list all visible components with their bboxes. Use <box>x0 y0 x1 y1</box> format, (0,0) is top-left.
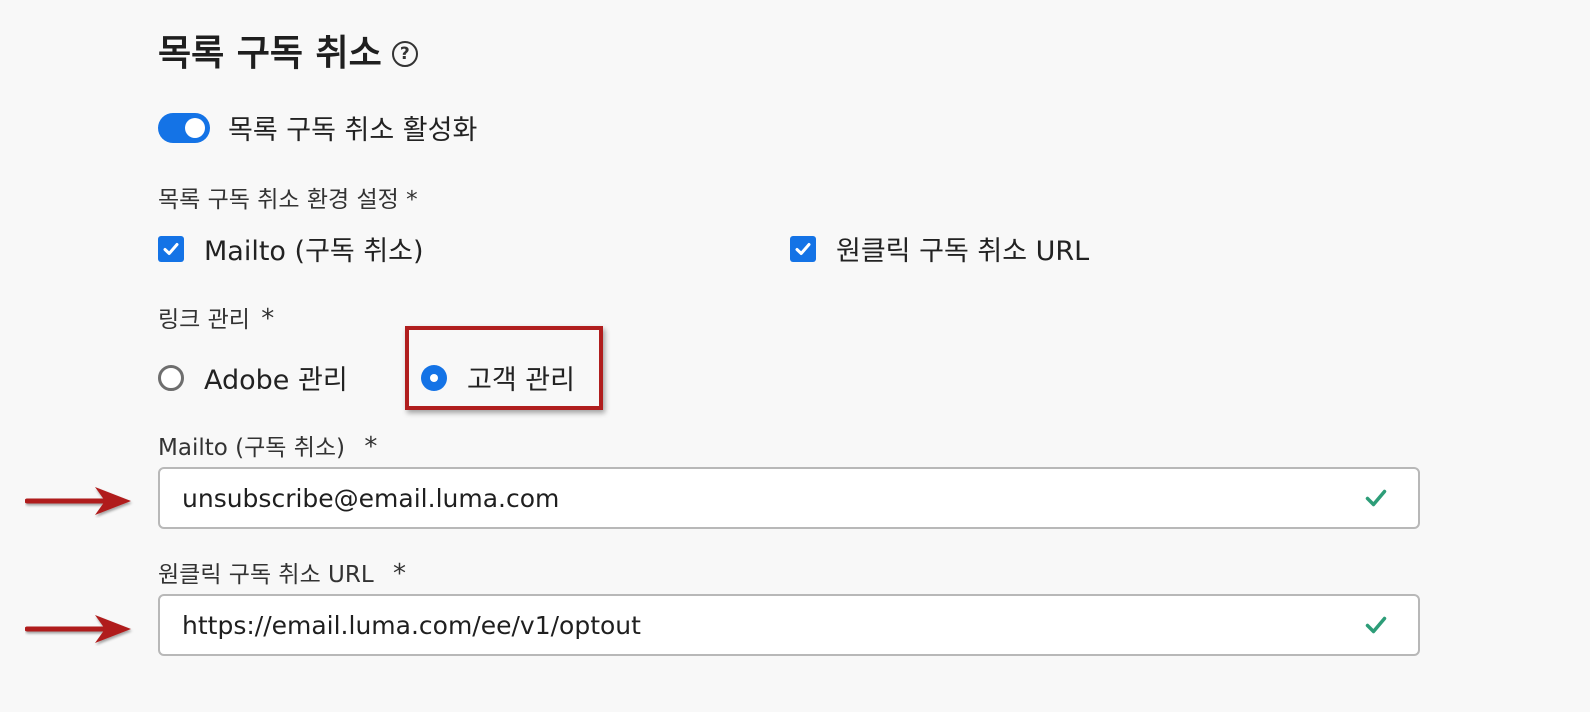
url-input-value[interactable]: https://email.luma.com/ee/v1/optout <box>182 611 1356 640</box>
mailto-input-value[interactable]: unsubscribe@email.luma.com <box>182 484 1356 513</box>
one-click-url-checkbox-label: 원클릭 구독 취소 URL <box>836 236 1090 267</box>
toggle-knob <box>185 117 205 138</box>
mailto-checkbox[interactable] <box>158 235 184 262</box>
mailto-checkbox-label: Mailto (구독 취소) <box>204 236 424 267</box>
required-asterisk: * <box>364 432 378 462</box>
annotation-highlight-box <box>405 326 603 410</box>
enable-unsubscribe-row: 목록 구독 취소 활성화 <box>158 108 477 147</box>
required-asterisk: * <box>261 304 275 334</box>
enable-unsubscribe-toggle[interactable] <box>158 112 210 143</box>
url-field-label: 원클릭 구독 취소 URL * <box>158 555 406 589</box>
preferences-label: 목록 구독 취소 환경 설정 * <box>158 187 418 213</box>
help-circle-icon[interactable]: ? <box>391 41 418 67</box>
radio-adobe-managed-row: Adobe 관리 <box>158 358 348 397</box>
checkmark-icon <box>163 242 179 255</box>
radio-adobe-managed[interactable] <box>158 364 184 391</box>
section-title-text: 목록 구독 취소 <box>158 33 382 74</box>
section-title: 목록 구독 취소 ? <box>158 30 418 78</box>
annotation-arrow-icon <box>25 615 131 643</box>
checkmark-icon <box>1356 613 1396 637</box>
mailto-field-label-text: Mailto (구독 취소) <box>158 435 346 461</box>
radio-adobe-managed-label: Adobe 관리 <box>204 365 348 396</box>
mailto-field-label: Mailto (구독 취소) * <box>158 428 377 462</box>
url-input[interactable]: https://email.luma.com/ee/v1/optout <box>158 594 1420 656</box>
enable-unsubscribe-label: 목록 구독 취소 활성화 <box>228 115 478 146</box>
link-management-label: 링크 관리 * <box>158 300 274 334</box>
link-management-label-text: 링크 관리 <box>158 307 250 333</box>
one-click-url-checkbox[interactable] <box>790 235 816 262</box>
required-asterisk: * <box>393 559 406 589</box>
annotation-arrow-icon <box>25 487 131 515</box>
checkmark-icon <box>1356 486 1396 510</box>
checkmark-icon <box>795 242 811 255</box>
mailto-input[interactable]: unsubscribe@email.luma.com <box>158 467 1420 529</box>
url-field-label-text: 원클릭 구독 취소 URL <box>158 562 374 588</box>
one-click-url-checkbox-row: 원클릭 구독 취소 URL <box>790 229 1089 268</box>
mailto-checkbox-row: Mailto (구독 취소) <box>158 229 424 268</box>
